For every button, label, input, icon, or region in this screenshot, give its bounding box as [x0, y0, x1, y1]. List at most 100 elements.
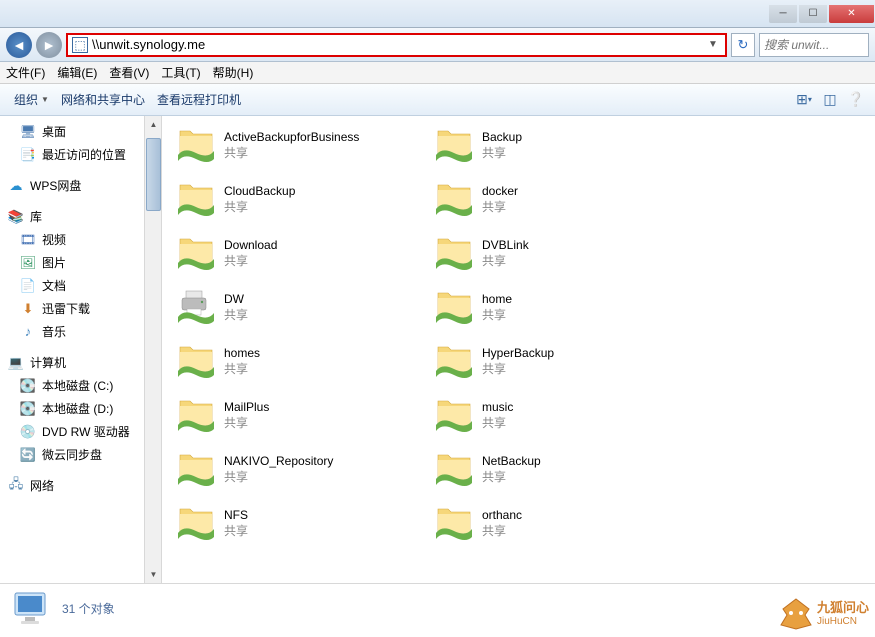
- sidebar-item-network[interactable]: 🖧网络: [0, 474, 161, 497]
- menu-view[interactable]: 查看(V): [109, 64, 149, 81]
- view-remote-printers-button[interactable]: 查看远程打印机: [151, 89, 247, 110]
- back-button[interactable]: ◄: [6, 32, 32, 58]
- disk-icon: 💽: [20, 401, 36, 417]
- content-pane: ActiveBackupforBusiness共享Backup共享CloudBa…: [162, 116, 875, 583]
- menu-tools[interactable]: 工具(T): [161, 64, 200, 81]
- folder-item[interactable]: ActiveBackupforBusiness共享: [176, 124, 426, 166]
- folder-item[interactable]: DVBLink共享: [434, 232, 684, 274]
- folder-name: Backup: [482, 130, 522, 144]
- folder-item[interactable]: homes共享: [176, 340, 426, 382]
- folder-item[interactable]: music共享: [434, 394, 684, 436]
- folder-type-label: 共享: [482, 252, 529, 269]
- folder-item[interactable]: Download共享: [176, 232, 426, 274]
- folder-item[interactable]: NFS共享: [176, 502, 426, 544]
- printer-share-icon: [176, 287, 216, 327]
- sidebar-item-recent[interactable]: 📑最近访问的位置: [0, 143, 161, 166]
- preview-pane-button[interactable]: ◫: [819, 89, 841, 111]
- address-dropdown-icon[interactable]: ▼: [705, 39, 721, 50]
- close-button[interactable]: ✕: [829, 5, 874, 23]
- folder-type-label: 共享: [224, 522, 248, 539]
- folder-name: NetBackup: [482, 454, 541, 468]
- folder-type-label: 共享: [224, 198, 295, 215]
- folder-item[interactable]: Backup共享: [434, 124, 684, 166]
- network-center-button[interactable]: 网络和共享中心: [55, 89, 151, 110]
- sidebar-item-weiyun[interactable]: 🔄微云同步盘: [0, 443, 161, 466]
- status-bar: 31 个对象: [0, 583, 875, 633]
- library-icon: 📚: [8, 209, 24, 225]
- sidebar-item-music[interactable]: ♪音乐: [0, 320, 161, 343]
- menu-file[interactable]: 文件(F): [6, 64, 45, 81]
- help-button[interactable]: ❔: [845, 89, 867, 111]
- titlebar: ─ ☐ ✕: [0, 0, 875, 28]
- view-options-button[interactable]: ⊞▾: [793, 89, 815, 111]
- folder-name: docker: [482, 184, 518, 198]
- nav-bar: ◄ ► ⬚ ▼ ↻: [0, 28, 875, 62]
- dvd-icon: 💿: [20, 424, 36, 440]
- menu-edit[interactable]: 编辑(E): [57, 64, 97, 81]
- folder-name: HyperBackup: [482, 346, 554, 360]
- sidebar-item-pictures[interactable]: 🖼图片: [0, 251, 161, 274]
- folder-item[interactable]: NetBackup共享: [434, 448, 684, 490]
- refresh-button[interactable]: ↻: [731, 33, 755, 57]
- folder-name: home: [482, 292, 512, 306]
- folder-type-label: 共享: [224, 360, 260, 377]
- folder-type-label: 共享: [482, 198, 518, 215]
- folder-item[interactable]: home共享: [434, 286, 684, 328]
- address-bar[interactable]: ⬚ ▼: [66, 33, 727, 57]
- sidebar-item-thunder[interactable]: ⬇迅雷下载: [0, 297, 161, 320]
- folder-name: Download: [224, 238, 277, 252]
- computer-icon: 💻: [8, 355, 24, 371]
- shared-folder-icon: [176, 395, 216, 435]
- shared-folder-icon: [434, 179, 474, 219]
- folder-type-label: 共享: [482, 522, 522, 539]
- folder-item[interactable]: CloudBackup共享: [176, 178, 426, 220]
- folder-item[interactable]: MailPlus共享: [176, 394, 426, 436]
- menu-bar: 文件(F) 编辑(E) 查看(V) 工具(T) 帮助(H): [0, 62, 875, 84]
- folder-item[interactable]: orthanc共享: [434, 502, 684, 544]
- folder-item[interactable]: NAKIVO_Repository共享: [176, 448, 426, 490]
- shared-folder-icon: [176, 233, 216, 273]
- folder-name: NFS: [224, 508, 248, 522]
- sidebar-scrollbar[interactable]: ▲ ▼: [144, 116, 161, 583]
- shared-folder-icon: [434, 233, 474, 273]
- sidebar-item-desktop[interactable]: 🖥桌面: [0, 120, 161, 143]
- folder-name: NAKIVO_Repository: [224, 454, 333, 468]
- sidebar-item-disk-d[interactable]: 💽本地磁盘 (D:): [0, 397, 161, 420]
- scroll-up-button[interactable]: ▲: [145, 116, 162, 133]
- sidebar-item-video[interactable]: 🎞视频: [0, 228, 161, 251]
- status-count: 31 个对象: [62, 600, 115, 617]
- folder-name: music: [482, 400, 513, 414]
- folder-type-label: 共享: [482, 144, 522, 161]
- folder-name: ActiveBackupforBusiness: [224, 130, 359, 144]
- pictures-icon: 🖼: [20, 255, 36, 271]
- folder-type-label: 共享: [224, 306, 248, 323]
- address-input[interactable]: [92, 37, 705, 52]
- folder-name: MailPlus: [224, 400, 269, 414]
- sidebar-item-disk-c[interactable]: 💽本地磁盘 (C:): [0, 374, 161, 397]
- forward-button[interactable]: ►: [36, 32, 62, 58]
- sidebar-item-library[interactable]: 📚库: [0, 205, 161, 228]
- sidebar-item-wps[interactable]: ☁WPS网盘: [0, 174, 161, 197]
- minimize-button[interactable]: ─: [769, 5, 797, 23]
- network-location-icon: ⬚: [72, 37, 88, 53]
- organize-button[interactable]: 组织▼: [8, 89, 55, 110]
- folder-item[interactable]: docker共享: [434, 178, 684, 220]
- folder-type-label: 共享: [482, 360, 554, 377]
- folder-name: orthanc: [482, 508, 522, 522]
- folder-type-label: 共享: [482, 414, 513, 431]
- watermark: 九狐问心 JiuHuCN: [779, 597, 869, 631]
- sidebar-item-documents[interactable]: 📄文档: [0, 274, 161, 297]
- menu-help[interactable]: 帮助(H): [213, 64, 254, 81]
- sidebar-item-computer[interactable]: 💻计算机: [0, 351, 161, 374]
- search-input[interactable]: [759, 33, 869, 57]
- maximize-button[interactable]: ☐: [799, 5, 827, 23]
- sidebar-item-dvd[interactable]: 💿DVD RW 驱动器: [0, 420, 161, 443]
- folder-item[interactable]: HyperBackup共享: [434, 340, 684, 382]
- toolbar: 组织▼ 网络和共享中心 查看远程打印机 ⊞▾ ◫ ❔: [0, 84, 875, 116]
- computer-icon: [10, 589, 52, 629]
- scroll-down-button[interactable]: ▼: [145, 566, 162, 583]
- shared-folder-icon: [434, 449, 474, 489]
- folder-item[interactable]: DW共享: [176, 286, 426, 328]
- disk-icon: 💽: [20, 378, 36, 394]
- scroll-thumb[interactable]: [146, 138, 161, 211]
